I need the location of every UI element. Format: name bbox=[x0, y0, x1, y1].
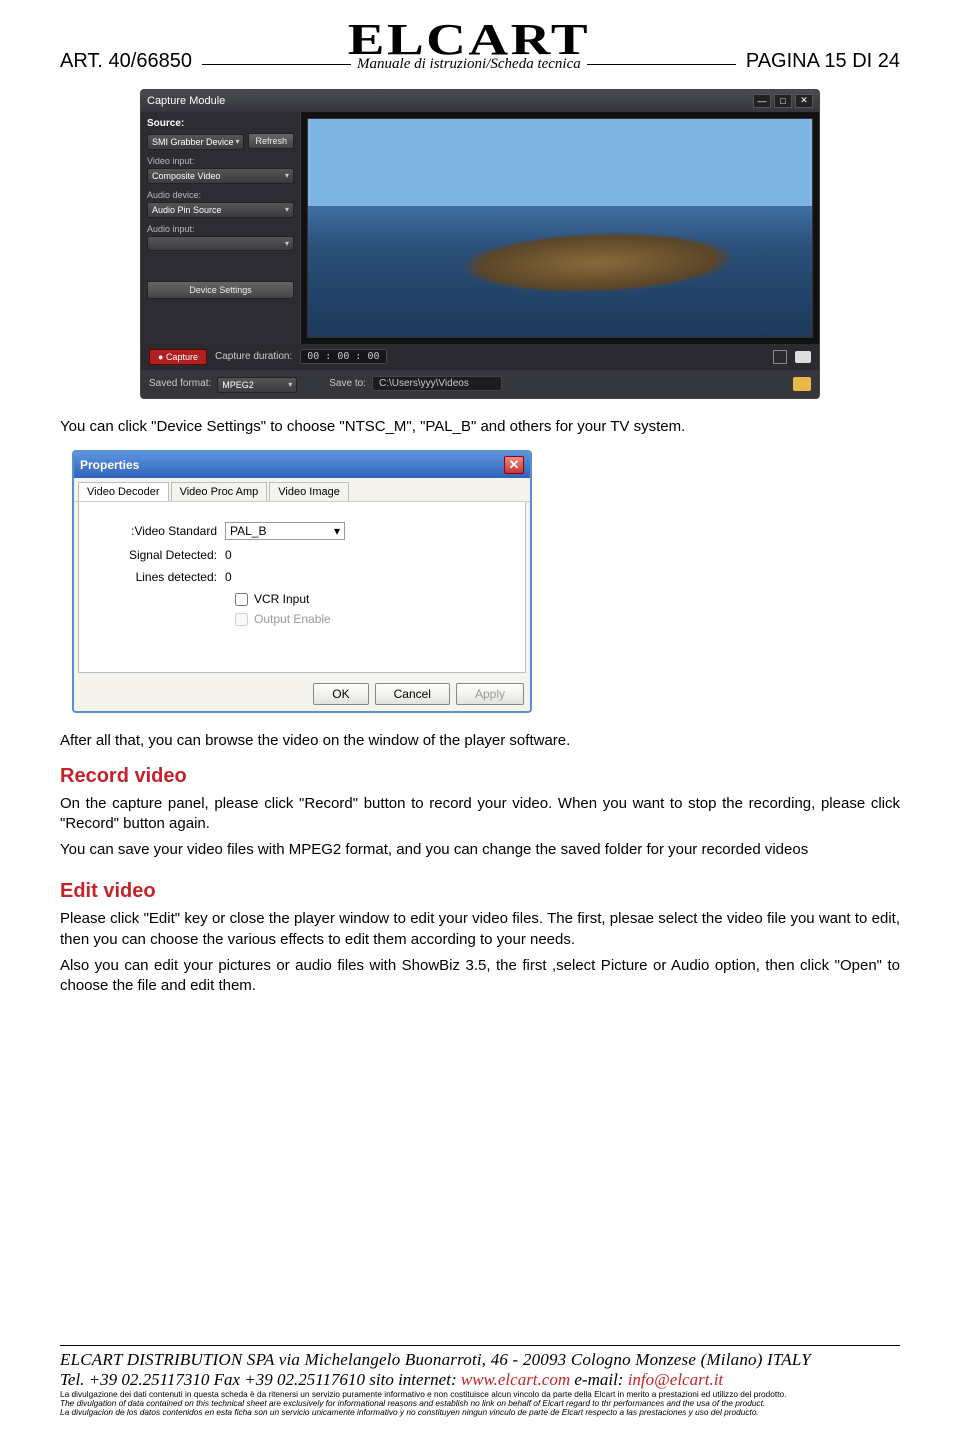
video-standard-label: :Video Standard bbox=[95, 524, 225, 538]
source-label: Source: bbox=[147, 118, 294, 129]
checkbox-icon[interactable] bbox=[235, 593, 248, 606]
lines-detected-label: Lines detected: bbox=[95, 570, 225, 584]
page-header: ART. 40/66850 ELCART Manuale di istruzio… bbox=[60, 20, 900, 73]
snapshot-icon[interactable] bbox=[795, 351, 811, 363]
capture-bottom-toolbar: Saved format: MPEG2▾ Save to: C:\Users\y… bbox=[141, 370, 819, 398]
chevron-down-icon: ▾ bbox=[334, 524, 340, 538]
edit-video-heading: Edit video bbox=[60, 880, 900, 903]
record-paragraph-2: You can save your video files with MPEG2… bbox=[60, 840, 900, 860]
ok-button[interactable]: OK bbox=[313, 683, 368, 705]
apply-button: Apply bbox=[456, 683, 524, 705]
refresh-button[interactable]: Refresh bbox=[248, 133, 294, 149]
page-footer: ELCART DISTRIBUTION SPA via Michelangelo… bbox=[60, 1341, 900, 1417]
chevron-down-icon: ▾ bbox=[285, 171, 289, 180]
device-settings-button[interactable]: Device Settings bbox=[147, 281, 294, 299]
capture-module-window: Capture Module — □ ✕ Source: SMI Grabber… bbox=[140, 89, 820, 399]
window-titlebar: Capture Module — □ ✕ bbox=[141, 90, 819, 112]
audio-device-select[interactable]: Audio Pin Source▾ bbox=[147, 202, 294, 218]
record-paragraph-1: On the capture panel, please click "Reco… bbox=[60, 794, 900, 835]
maximize-icon[interactable]: □ bbox=[774, 94, 792, 108]
preview-pane bbox=[301, 112, 819, 344]
edit-paragraph-2: Also you can edit your pictures or audio… bbox=[60, 956, 900, 997]
tab-video-decoder[interactable]: Video Decoder bbox=[78, 482, 169, 501]
capture-toolbar: ● Capture Capture duration: 00 : 00 : 00 bbox=[141, 344, 819, 370]
properties-dialog: Properties ✕ Video Decoder Video Proc Am… bbox=[72, 450, 532, 713]
output-enable-checkbox: Output Enable bbox=[95, 612, 509, 626]
source-select[interactable]: SMI Grabber Device▾ bbox=[147, 134, 244, 150]
instruction-text-1: You can click "Device Settings" to choos… bbox=[60, 417, 900, 437]
disclaimer-es: La divulgacion de los datos contenidos e… bbox=[60, 1408, 900, 1417]
video-input-label: Video input: bbox=[147, 156, 294, 166]
page-number: PAGINA 15 DI 24 bbox=[736, 50, 900, 73]
checkbox-icon bbox=[235, 613, 248, 626]
dialog-titlebar: Properties ✕ bbox=[74, 452, 530, 478]
audio-input-label: Audio input: bbox=[147, 224, 294, 234]
saved-format-select[interactable]: MPEG2▾ bbox=[217, 377, 297, 393]
folder-icon[interactable] bbox=[793, 377, 811, 391]
video-standard-select[interactable]: PAL_B▾ bbox=[225, 522, 345, 540]
chevron-down-icon: ▾ bbox=[288, 380, 292, 389]
window-title: Capture Module bbox=[147, 95, 750, 107]
dialog-close-icon[interactable]: ✕ bbox=[504, 456, 524, 474]
dialog-button-row: OK Cancel Apply bbox=[74, 677, 530, 711]
saved-format-label: Saved format: bbox=[149, 378, 211, 389]
rule-left bbox=[202, 64, 351, 65]
tab-video-proc-amp[interactable]: Video Proc Amp bbox=[171, 482, 268, 501]
close-icon[interactable]: ✕ bbox=[795, 94, 813, 108]
dialog-tab-body: :Video Standard PAL_B▾ Signal Detected: … bbox=[78, 502, 526, 673]
cancel-button[interactable]: Cancel bbox=[375, 683, 450, 705]
preview-landscape bbox=[458, 227, 737, 298]
instruction-text-2: After all that, you can browse the video… bbox=[60, 731, 900, 751]
footer-address: ELCART DISTRIBUTION SPA via Michelangelo… bbox=[60, 1350, 900, 1370]
video-input-select[interactable]: Composite Video▾ bbox=[147, 168, 294, 184]
logo: ELCART bbox=[348, 20, 590, 60]
save-to-path: C:\Users\yyy\Videos bbox=[372, 376, 502, 391]
record-video-heading: Record video bbox=[60, 765, 900, 788]
audio-device-label: Audio device: bbox=[147, 190, 294, 200]
dialog-tabs: Video Decoder Video Proc Amp Video Image bbox=[74, 478, 530, 502]
rule-right bbox=[587, 64, 736, 65]
capture-button[interactable]: ● Capture bbox=[149, 349, 207, 365]
video-preview bbox=[307, 118, 813, 338]
art-code: ART. 40/66850 bbox=[60, 50, 202, 73]
audio-input-select[interactable]: ▾ bbox=[147, 236, 294, 251]
signal-detected-value: 0 bbox=[225, 548, 232, 562]
chevron-down-icon: ▾ bbox=[285, 239, 289, 248]
edit-paragraph-1: Please click "Edit" key or close the pla… bbox=[60, 909, 900, 950]
signal-detected-label: Signal Detected: bbox=[95, 548, 225, 562]
footer-contacts: Tel. +39 02.25117310 Fax +39 02.25117610… bbox=[60, 1370, 900, 1390]
fullscreen-icon[interactable] bbox=[773, 350, 787, 364]
duration-label: Capture duration: bbox=[215, 351, 292, 362]
minimize-icon[interactable]: — bbox=[753, 94, 771, 108]
footer-website: www.elcart.com bbox=[461, 1370, 570, 1389]
footer-email: info@elcart.it bbox=[628, 1370, 723, 1389]
chevron-down-icon: ▾ bbox=[285, 205, 289, 214]
capture-sidebar: Source: SMI Grabber Device▾ Refresh Vide… bbox=[141, 112, 301, 344]
duration-value: 00 : 00 : 00 bbox=[300, 349, 386, 364]
lines-detected-value: 0 bbox=[225, 570, 232, 584]
dialog-title: Properties bbox=[80, 458, 504, 472]
tab-video-image[interactable]: Video Image bbox=[269, 482, 349, 501]
vcr-input-checkbox[interactable]: VCR Input bbox=[95, 592, 509, 606]
chevron-down-icon: ▾ bbox=[235, 137, 239, 146]
save-to-label: Save to: bbox=[329, 378, 366, 389]
